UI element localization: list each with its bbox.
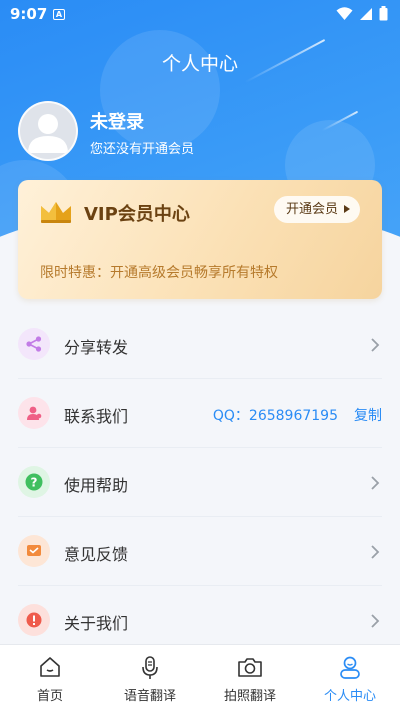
tab-voice-translate[interactable]: 语音翻译	[100, 645, 200, 711]
chevron-right-icon	[371, 545, 380, 559]
tab-profile[interactable]: 个人中心	[300, 645, 400, 711]
user-avatar-icon	[28, 114, 68, 153]
vip-title: VIP会员中心	[84, 204, 190, 225]
camera-icon	[238, 658, 262, 677]
vip-card[interactable]: VIP会员中心 开通会员 限时特惠：开通高级会员畅享所有特权	[18, 180, 382, 299]
menu-item-label: 分享转发	[64, 338, 129, 357]
chevron-right-icon	[371, 614, 380, 628]
menu-item-share[interactable]: 分享转发	[18, 310, 382, 379]
open-membership-button[interactable]: 开通会员	[273, 196, 360, 223]
avatar[interactable]	[18, 101, 78, 161]
chevron-right-icon	[371, 338, 380, 352]
qq-number: QQ：2658967195	[212, 408, 338, 424]
tab-label: 首页	[36, 689, 63, 704]
status-time: 9:07	[10, 5, 48, 23]
tab-label: 拍照翻译	[223, 689, 276, 704]
menu-item-label: 联系我们	[64, 407, 129, 426]
menu-item-label: 使用帮助	[64, 476, 129, 495]
tab-label: 语音翻译	[123, 689, 176, 704]
vip-promo-text: 限时特惠：开通高级会员畅享所有特权	[40, 265, 278, 281]
menu-item-contact[interactable]: 联系我们 QQ：2658967195 复制	[18, 379, 382, 448]
about-icon	[18, 604, 50, 636]
share-icon	[18, 328, 50, 360]
microphone-icon	[142, 656, 158, 679]
open-membership-label: 开通会员	[285, 202, 338, 217]
wifi-icon	[336, 6, 353, 20]
copy-qq-button[interactable]: 复制	[354, 405, 382, 425]
user-membership-status: 您还没有开通会员	[90, 142, 195, 157]
menu-item-label: 意见反馈	[64, 545, 129, 564]
battery-icon	[379, 6, 388, 21]
signal-icon	[360, 7, 372, 20]
tab-label: 个人中心	[323, 689, 376, 704]
svg-text:?: ?	[31, 476, 38, 490]
chevron-right-icon	[371, 476, 380, 490]
home-icon	[40, 657, 60, 677]
contact-icon	[18, 397, 50, 429]
menu-item-feedback[interactable]: 意见反馈	[18, 517, 382, 586]
user-icon	[340, 656, 360, 679]
menu-item-help[interactable]: ? 使用帮助	[18, 448, 382, 517]
bottom-tab-bar: 首页 语音翻译 拍照翻译 个人中心	[0, 644, 400, 711]
menu-item-label: 关于我们	[64, 614, 129, 633]
settings-menu: 分享转发 联系我们 QQ：2658967195 复制 ? 使用帮助 意见反馈 关…	[18, 310, 382, 655]
notification-icon: A	[53, 9, 65, 20]
tab-home[interactable]: 首页	[0, 645, 100, 711]
page-title: 个人中心	[161, 53, 238, 75]
tab-photo-translate[interactable]: 拍照翻译	[200, 645, 300, 711]
user-name[interactable]: 未登录	[90, 108, 144, 134]
feedback-icon	[18, 535, 50, 567]
status-bar: 9:07 A	[0, 0, 400, 28]
help-icon: ?	[18, 466, 50, 498]
play-arrow-icon	[344, 205, 350, 213]
crown-icon	[41, 202, 71, 223]
